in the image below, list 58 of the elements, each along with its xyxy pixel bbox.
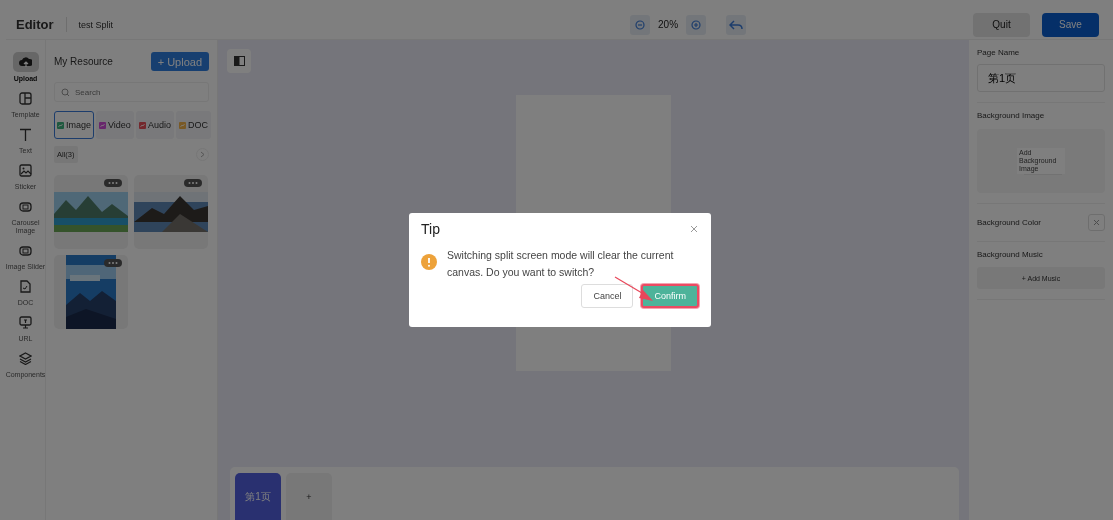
next-button[interactable] xyxy=(196,148,209,161)
undo-icon xyxy=(729,19,744,30)
page-name-field[interactable]: 第1页 xyxy=(977,64,1105,92)
monitor-icon xyxy=(19,315,32,329)
layout-icon xyxy=(19,91,32,105)
split-toggle-button[interactable] xyxy=(227,49,251,73)
quit-button[interactable]: Quit xyxy=(973,12,1030,37)
zoom-in-icon xyxy=(691,19,702,30)
project-name: test Split xyxy=(78,19,114,30)
search-icon xyxy=(61,88,70,97)
field-label: Background Color xyxy=(977,218,1042,227)
more-icon xyxy=(104,259,122,267)
zoom-level: 20% xyxy=(658,19,679,30)
chevron-right-icon xyxy=(200,151,205,158)
dialog-title: Tip xyxy=(421,221,440,237)
dialog-message: Switching split screen mode will clear the current canvas. Do you want to switch? xyxy=(447,248,675,280)
close-button[interactable] xyxy=(689,224,699,234)
upload-button[interactable]: + Upload xyxy=(150,52,209,71)
confirm-button[interactable]: Confirm xyxy=(641,284,699,308)
page-thumbnail[interactable]: 第1页 xyxy=(235,473,281,520)
close-icon xyxy=(690,225,698,233)
type-tab[interactable]: Audio xyxy=(135,111,174,139)
image-icon xyxy=(57,121,64,129)
image-icon xyxy=(19,163,32,177)
media-card[interactable] xyxy=(134,175,208,249)
undo-button[interactable] xyxy=(726,14,747,35)
search-field[interactable]: Search xyxy=(54,82,209,102)
zoom-out-icon xyxy=(635,19,646,30)
gallery-icon xyxy=(19,243,32,257)
field-label: Background Image xyxy=(977,111,1046,120)
color-picker[interactable] xyxy=(1088,214,1105,231)
type-tab[interactable]: Image xyxy=(54,111,94,139)
zoom-in-button[interactable] xyxy=(686,14,707,35)
type-tab[interactable]: Video xyxy=(96,111,134,139)
gallery-icon xyxy=(19,199,32,213)
cancel-button[interactable]: Cancel xyxy=(581,284,634,308)
more-icon xyxy=(104,179,122,187)
media-card[interactable] xyxy=(54,255,128,329)
media-card[interactable] xyxy=(54,175,128,249)
zoom-out-button[interactable] xyxy=(630,14,651,35)
audio-icon xyxy=(138,121,146,129)
video-icon xyxy=(99,121,106,129)
field-label: Page Name xyxy=(977,48,1021,57)
app-title: Editor xyxy=(6,17,67,32)
text-icon xyxy=(19,127,32,141)
close-icon xyxy=(1093,219,1100,226)
document-icon xyxy=(19,279,32,293)
layers-icon xyxy=(19,351,32,365)
document-icon xyxy=(178,121,186,129)
warning-icon xyxy=(421,254,437,270)
cloud-icon xyxy=(19,55,32,69)
more-icon xyxy=(184,179,202,187)
save-button[interactable]: Save xyxy=(1042,12,1099,37)
field-label: Background Music xyxy=(977,250,1044,259)
panel-title: My Resource xyxy=(54,56,113,67)
add-page-button[interactable]: + xyxy=(286,473,332,520)
type-tab[interactable]: DOC xyxy=(175,111,211,139)
columns-icon xyxy=(233,56,245,66)
